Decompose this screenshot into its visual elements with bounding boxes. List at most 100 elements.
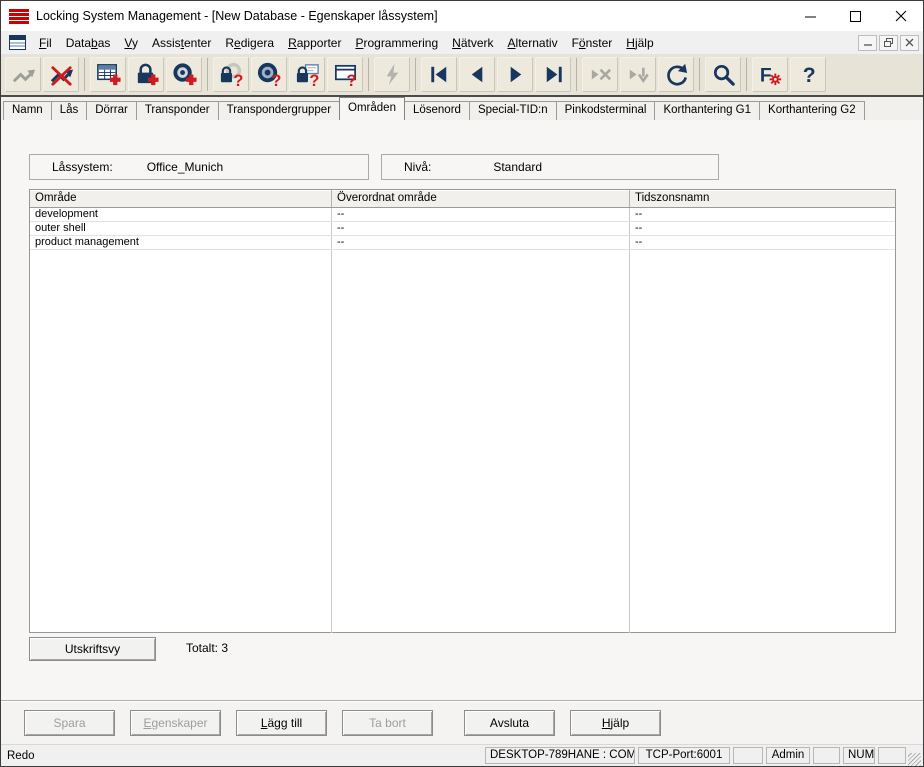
program-flash-icon[interactable] [374,57,410,92]
level-label: Nivå: [404,160,432,174]
mdi-minimize-button[interactable] [858,34,877,51]
undo-icon[interactable] [5,57,41,92]
save-button[interactable]: Spara [24,710,115,736]
refresh-icon[interactable] [658,57,694,92]
status-message: Redo [7,749,35,762]
previous-record-icon[interactable] [459,57,495,92]
locking-system-field: Låssystem: Office_Munich [29,154,369,180]
tab-strip: Namn Lås Dörrar Transponder Transponderg… [1,97,923,120]
tab-losenord[interactable]: Lösenord [403,101,470,120]
column-header-overordnat-omrade[interactable]: Överordnat område [332,190,630,207]
status-empty-panel [813,747,840,764]
close-button[interactable] [878,1,923,31]
new-transponder-icon[interactable] [166,57,202,92]
minimize-button[interactable] [788,1,833,31]
tab-dorrar[interactable]: Dörrar [86,101,137,120]
properties-button[interactable]: Egenskaper [130,710,221,736]
cancel-edit-icon[interactable] [582,57,618,92]
menu-hjalp[interactable]: Hjälp [619,34,660,52]
table-row[interactable]: development -- -- [30,208,895,222]
tab-namn[interactable]: Namn [3,101,52,120]
menu-databas[interactable]: Databas [59,34,118,52]
cell-overordnat: -- [337,208,345,220]
svg-text:?: ? [233,72,243,88]
status-num-lock-panel: NUM [843,747,875,764]
next-record-icon[interactable] [497,57,533,92]
tab-omraden[interactable]: Områden [339,97,405,120]
commit-edit-icon[interactable] [620,57,656,92]
toolbar-separator [699,58,700,91]
level-value: Standard [493,160,543,174]
new-lock-icon[interactable] [128,57,164,92]
toolbar: ? ? ? ? F ? [1,54,923,95]
cell-omrade: development [35,208,98,220]
mdi-restore-button[interactable] [879,34,898,51]
svg-text:?: ? [271,72,281,88]
column-header-tidszonsnamn[interactable]: Tidszonsnamn [630,190,895,207]
menu-rapporter[interactable]: Rapporter [281,34,348,52]
tab-transpondergrupper[interactable]: Transpondergrupper [217,101,341,120]
window-controls [788,1,923,31]
svg-text:?: ? [346,72,356,88]
status-tcp-port-panel: TCP-Port:6001 [638,747,730,764]
cell-omrade: product management [35,236,139,248]
exit-button[interactable]: Avsluta [464,710,555,736]
delete-crossed-arrow-icon[interactable] [43,57,79,92]
tab-pinkodsterminal[interactable]: Pinkodsterminal [555,101,656,120]
help-button[interactable]: Hjälp [570,710,661,736]
read-lock-icon[interactable]: ? [213,57,249,92]
menu-bar: Fil Databas Vy Assistenter Redigera Rapp… [1,31,923,54]
menu-alternativ[interactable]: Alternativ [501,34,565,52]
read-lock-data-icon[interactable]: ? [289,57,325,92]
document-icon [9,35,26,50]
svg-text:?: ? [802,64,815,87]
tab-special-tid[interactable]: Special-TID:n [468,101,557,120]
menu-assistenter[interactable]: Assistenter [145,34,218,52]
toolbar-separator [576,58,577,91]
menu-fonster[interactable]: Fönster [565,34,620,52]
tab-las[interactable]: Lås [50,101,88,120]
tab-transponder[interactable]: Transponder [135,101,219,120]
toolbar-separator [207,58,208,91]
status-host-panel: DESKTOP-789HANE : COM(*) [485,747,635,764]
menu-vy[interactable]: Vy [117,34,145,52]
menu-redigera[interactable]: Redigera [218,34,281,52]
toolbar-separator [84,58,85,91]
column-divider [331,208,332,633]
remove-button[interactable]: Ta bort [342,710,433,736]
column-divider [629,208,630,633]
status-empty-panel [733,747,763,764]
tab-page-omraden: Låssystem: Office_Munich Nivå: Standard … [1,120,923,700]
menu-natverk[interactable]: Nätverk [445,34,500,52]
tab-korthantering-g1[interactable]: Korthantering G1 [654,101,761,120]
app-window: Locking System Management - [New Databas… [0,0,924,767]
column-header-omrade[interactable]: Område [30,190,332,207]
resize-grip[interactable] [908,753,921,766]
locking-system-label: Låssystem: [52,160,113,174]
read-network-icon[interactable]: ? [327,57,363,92]
table-header: Område Överordnat område Tidszonsnamn [30,190,895,208]
print-preview-button[interactable]: Utskriftsvy [29,637,156,661]
title-bar: Locking System Management - [New Databas… [1,1,923,31]
level-field: Nivå: Standard [381,154,719,180]
table-row[interactable]: outer shell -- -- [30,222,895,236]
menu-fil[interactable]: Fil [32,34,59,52]
maximize-button[interactable] [833,1,878,31]
last-record-icon[interactable] [535,57,571,92]
add-button[interactable]: Lägg till [236,710,327,736]
help-icon[interactable]: ? [790,57,826,92]
svg-text:F: F [759,65,771,86]
status-user-panel: Admin [766,747,810,764]
svg-text:?: ? [309,72,319,88]
table-row[interactable]: product management -- -- [30,236,895,250]
read-transponder-icon[interactable]: ? [251,57,287,92]
locking-system-value: Office_Munich [146,160,224,174]
first-record-icon[interactable] [421,57,457,92]
new-locking-system-icon[interactable] [90,57,126,92]
tab-korthantering-g2[interactable]: Korthantering G2 [759,101,865,120]
toolbar-separator [368,58,369,91]
search-icon[interactable] [705,57,741,92]
filter-settings-icon[interactable]: F [752,57,788,92]
menu-programmering[interactable]: Programmering [348,34,445,52]
mdi-close-button[interactable] [900,34,919,51]
